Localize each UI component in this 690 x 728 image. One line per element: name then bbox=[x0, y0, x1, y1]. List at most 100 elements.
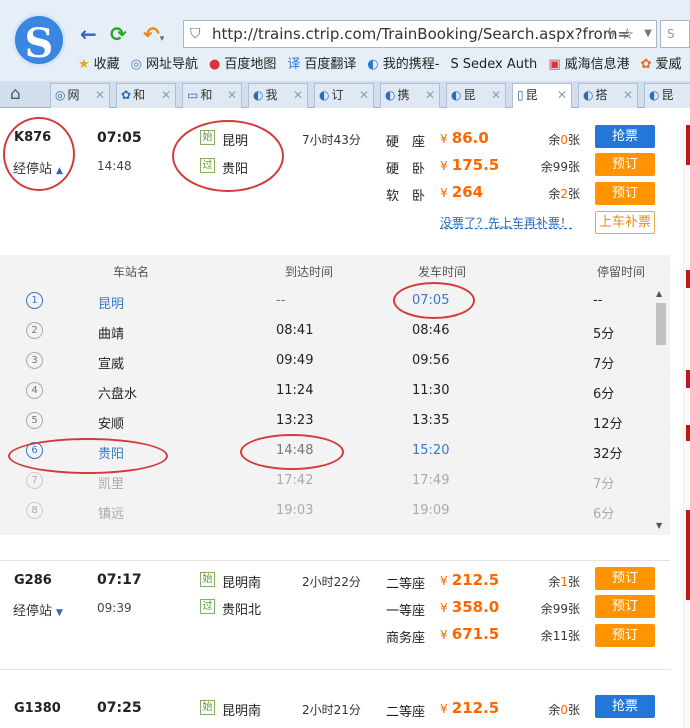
bookmark-label: Sedex Auth bbox=[462, 57, 538, 72]
browser-tab[interactable]: ◐ 我 ✕ bbox=[248, 83, 308, 108]
stop-name: 宣威 bbox=[98, 357, 125, 372]
stop-stay-time: 7分 bbox=[593, 477, 615, 492]
browser-tab[interactable]: ▭ 和 ✕ bbox=[182, 83, 242, 108]
book-button[interactable]: 预订 bbox=[595, 182, 655, 205]
book-button[interactable]: 预订 bbox=[595, 595, 655, 618]
browser-tab[interactable]: ✿ 和 ✕ bbox=[116, 83, 176, 108]
bookmark-item[interactable]: S Sedex Auth bbox=[450, 54, 537, 76]
seat-type: 二等座 bbox=[386, 705, 426, 720]
grab-ticket-button[interactable]: 抢票 bbox=[595, 695, 655, 718]
currency-symbol: ¥ bbox=[440, 628, 448, 642]
stop-name: 六盘水 bbox=[98, 387, 138, 402]
close-icon[interactable]: ✕ bbox=[95, 84, 105, 107]
browser-tab[interactable]: ◐ 携 ✕ bbox=[380, 83, 440, 108]
price-value: 175.5 bbox=[451, 156, 500, 174]
close-icon[interactable]: ✕ bbox=[161, 84, 171, 107]
chevron-down-icon[interactable]: ▼ bbox=[644, 21, 652, 47]
stop-number: 4 bbox=[26, 382, 43, 399]
stop-stay-time: 7分 bbox=[593, 357, 615, 372]
tab-label: 昆 bbox=[661, 88, 674, 102]
book-button[interactable]: 预订 bbox=[595, 153, 655, 176]
undo-icon[interactable]: ↶▾ bbox=[143, 22, 164, 46]
stop-stay-time: 5分 bbox=[593, 327, 615, 342]
close-icon[interactable]: ✕ bbox=[227, 84, 237, 107]
train-row-g1380: G1380 07:25 始 昆明南 2小时21分 二等座 ¥ 212.5 余0张… bbox=[0, 670, 670, 728]
bookmark-item[interactable]: ◐ 我的携程- bbox=[367, 54, 439, 76]
bookmark-item[interactable]: ▣ 威海信息港 bbox=[548, 54, 629, 76]
stop-number: 5 bbox=[26, 412, 43, 429]
no-ticket-link[interactable]: 没票了？先上车再补票！ bbox=[440, 214, 572, 231]
scroll-up-icon[interactable]: ▲ bbox=[656, 289, 662, 298]
stop-stay-time: 12分 bbox=[593, 417, 623, 432]
stops-scrollbar[interactable]: ▲ ▼ bbox=[655, 285, 667, 531]
train-code[interactable]: G286 bbox=[14, 573, 52, 588]
browser-chrome: S ← ⟳ ↶▾ ⛉ http://trains.ctrip.com/Train… bbox=[0, 0, 690, 109]
header-arrive: 到达时间 bbox=[285, 265, 334, 279]
bolt-icon[interactable]: ϟ bbox=[606, 21, 616, 47]
price-value: 671.5 bbox=[451, 625, 500, 643]
header-stay: 停留时间 bbox=[597, 265, 646, 279]
home-icon[interactable]: ⌂ bbox=[10, 84, 21, 104]
book-button[interactable]: 预订 bbox=[595, 567, 655, 590]
browser-tab[interactable]: ▯ 昆 ✕ bbox=[512, 83, 572, 109]
seat-price: ¥ 671.5 bbox=[440, 625, 499, 643]
bookmarks-bar: ★ 收藏 ◎ 网址导航 ● 百度地图译百度翻译 ◐ 我的携程- S Sedex Auth ▣ 威海信息… bbox=[78, 54, 690, 76]
close-icon[interactable]: ✕ bbox=[425, 84, 435, 107]
address-bar[interactable]: ⛉ http://trains.ctrip.com/TrainBooking/S… bbox=[183, 20, 657, 48]
stop-number: 1 bbox=[26, 292, 43, 309]
book-button[interactable]: 预订 bbox=[595, 624, 655, 647]
from-station: 昆明南 bbox=[222, 576, 262, 591]
bookmark-item[interactable]: ★ 收藏 bbox=[78, 54, 120, 76]
bookmark-item[interactable]: 译百度翻译 bbox=[287, 54, 356, 76]
sedex-icon: S bbox=[450, 57, 459, 72]
tab-label: 昆 bbox=[463, 88, 476, 102]
browser-tab[interactable]: ◎ 网 ✕ bbox=[50, 83, 110, 108]
ctrip-icon: ◐ bbox=[649, 88, 660, 102]
close-icon[interactable]: ✕ bbox=[359, 84, 369, 107]
bookmark-label: 百度翻译 bbox=[304, 57, 357, 72]
scroll-down-icon[interactable]: ▼ bbox=[656, 521, 662, 530]
tickets-left: 余0张 bbox=[548, 133, 580, 147]
train-code[interactable]: G1380 bbox=[14, 701, 61, 716]
stop-stay-time: -- bbox=[593, 293, 603, 308]
browser-tab[interactable]: ◐ 订 ✕ bbox=[314, 83, 374, 108]
header-depart: 发车时间 bbox=[418, 265, 467, 279]
stop-number: 8 bbox=[26, 502, 43, 519]
board-then-buy-button[interactable]: 上车补票 bbox=[595, 211, 655, 234]
favorite-star-icon[interactable]: ☆ bbox=[621, 21, 634, 47]
map-pin-icon: ● bbox=[209, 57, 221, 72]
browser-tab[interactable]: ◐ 搭 ✕ bbox=[578, 83, 638, 108]
refresh-icon[interactable]: ⟳ bbox=[110, 22, 127, 46]
annotation-circle-depart bbox=[393, 282, 475, 319]
tickets-left: 余0张 bbox=[548, 703, 580, 717]
tickets-left: 余2张 bbox=[548, 187, 580, 201]
ctrip-icon: ◐ bbox=[367, 57, 379, 72]
close-icon[interactable]: ✕ bbox=[623, 84, 633, 107]
close-icon[interactable]: ✕ bbox=[557, 84, 567, 107]
start-tag: 始 bbox=[200, 700, 215, 715]
stops-toggle[interactable]: 经停站 ▼ bbox=[13, 600, 63, 619]
close-icon[interactable]: ✕ bbox=[293, 84, 303, 107]
stop-stay-time: 6分 bbox=[593, 507, 615, 522]
bookmark-label: 我的携程- bbox=[382, 57, 440, 72]
browser-tab[interactable]: ◐昆✕ bbox=[446, 83, 506, 108]
tab-label: 订 bbox=[331, 88, 344, 102]
browser-tab[interactable]: ◐昆✕ bbox=[644, 83, 690, 108]
grab-ticket-button[interactable]: 抢票 bbox=[595, 125, 655, 148]
train-row-k876: K876 经停站 ▲ 07:05 14:48 始 昆明 过 贵阳 7小时43分 硬… bbox=[0, 108, 670, 256]
tab-label: 和 bbox=[133, 88, 146, 102]
back-arrow-icon[interactable]: ← bbox=[80, 22, 97, 46]
search-box[interactable]: S bbox=[660, 20, 690, 48]
bookmark-item[interactable]: ✿ 爱威 bbox=[641, 54, 682, 76]
browser-logo-icon: S bbox=[12, 13, 66, 67]
bookmark-item[interactable]: ◎ 网址导航 bbox=[131, 54, 198, 76]
stop-row: 4 六盘水 11:24 11:30 6分 bbox=[0, 376, 654, 406]
stop-row: 1 昆明 -- 07:05 -- bbox=[0, 286, 654, 316]
bookmark-item[interactable]: ● 百度地图 bbox=[209, 54, 276, 76]
close-icon[interactable]: ✕ bbox=[491, 84, 501, 107]
stop-arrive-time: 08:41 bbox=[276, 323, 314, 338]
stop-depart-time: 09:56 bbox=[412, 353, 450, 368]
pass-tag: 过 bbox=[200, 599, 215, 614]
scroll-thumb[interactable] bbox=[656, 303, 666, 345]
seat-type: 二等座 bbox=[386, 577, 426, 592]
